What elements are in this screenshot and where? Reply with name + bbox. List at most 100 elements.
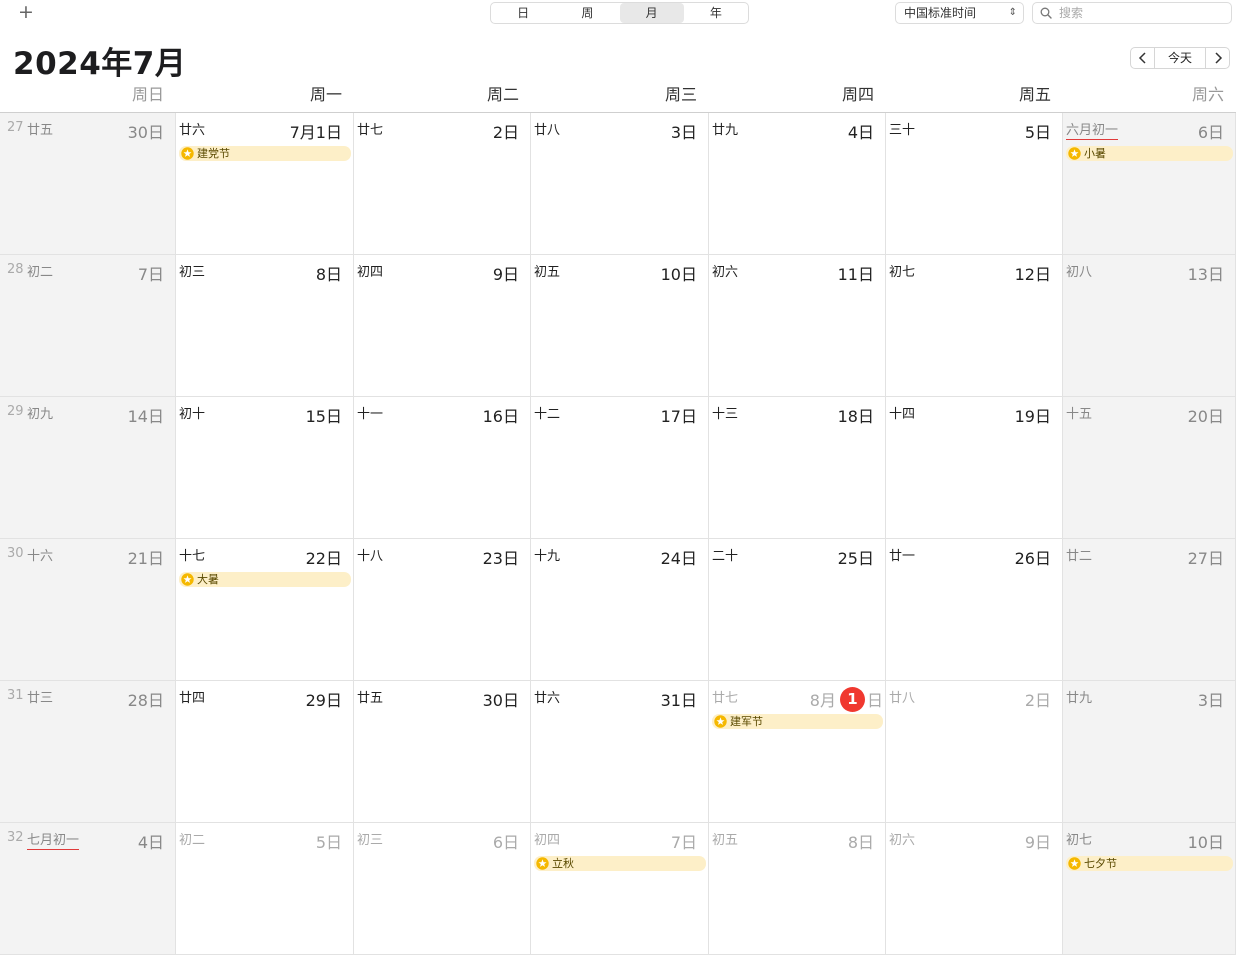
day-cell[interactable]: 廿七 2日	[354, 113, 531, 255]
day-cell[interactable]: 初六 9日	[886, 823, 1063, 955]
date-label: 31日	[660, 691, 697, 710]
toolbar: + 日 周 月 年 中国标准时间 ⇕	[0, 0, 1236, 26]
day-cell[interactable]: 廿六 31日	[531, 681, 709, 823]
view-year-tab[interactable]: 年	[684, 3, 748, 23]
date-label: 14日	[127, 407, 164, 426]
view-day-tab[interactable]: 日	[491, 3, 555, 23]
date-label: 10日	[1187, 833, 1224, 852]
day-cell[interactable]: 十二 17日	[531, 397, 709, 539]
day-cell[interactable]: 初七 10日 七夕节	[1063, 823, 1236, 955]
day-cell[interactable]: 廿一 26日	[886, 539, 1063, 681]
day-cell[interactable]: 30 十六 21日	[0, 539, 176, 681]
day-cell[interactable]: 廿二 27日	[1063, 539, 1236, 681]
search-input[interactable]	[1059, 4, 1224, 22]
date-label: 20日	[1187, 407, 1224, 426]
day-cell[interactable]: 初三 6日	[354, 823, 531, 955]
day-cell[interactable]: 初十 15日	[176, 397, 354, 539]
lunar-date: 廿九	[712, 123, 739, 138]
day-cell[interactable]: 初七 12日	[886, 255, 1063, 397]
date-label: 7日	[670, 833, 697, 852]
lunar-date: 十八	[357, 549, 384, 564]
date-label: 8日	[315, 265, 342, 284]
lunar-date: 廿二	[1066, 549, 1093, 564]
day-cell[interactable]: 廿五 30日	[354, 681, 531, 823]
view-week-tab[interactable]: 周	[555, 3, 619, 23]
day-cell[interactable]: 27 廿五 30日	[0, 113, 176, 255]
chevron-left-icon	[1138, 52, 1146, 64]
day-cell[interactable]: 初八 13日	[1063, 255, 1236, 397]
week-number: 30	[7, 546, 24, 561]
day-cell[interactable]: 六月初一 6日 小暑	[1063, 113, 1236, 255]
search-box	[1032, 2, 1232, 24]
event-pill[interactable]: 建党节	[179, 146, 351, 161]
day-cell[interactable]: 29 初九 14日	[0, 397, 176, 539]
lunar-date: 十三	[712, 407, 739, 422]
date-label: 6日	[492, 833, 519, 852]
view-month-tab[interactable]: 月	[619, 3, 684, 23]
lunar-date: 廿五	[357, 691, 384, 706]
event-pill[interactable]: 大暑	[179, 572, 351, 587]
today-button[interactable]: 今天	[1154, 48, 1206, 68]
date-label: 9日	[1024, 833, 1051, 852]
lunar-date: 廿八	[534, 123, 561, 138]
day-cell[interactable]: 十一 16日	[354, 397, 531, 539]
lunar-date: 初七	[889, 265, 916, 280]
timezone-select[interactable]: 中国标准时间 ⇕	[895, 2, 1024, 24]
day-cell[interactable]: 初二 5日	[176, 823, 354, 955]
day-cell[interactable]: 31 廿三 28日	[0, 681, 176, 823]
weekday-label: 周六	[1191, 85, 1224, 104]
day-cell[interactable]: 28 初二 7日	[0, 255, 176, 397]
day-cell[interactable]: 廿九 4日	[709, 113, 886, 255]
day-cell[interactable]: 廿八 2日	[886, 681, 1063, 823]
date-label: 28日	[127, 691, 164, 710]
event-pill[interactable]: 七夕节	[1066, 856, 1233, 871]
day-cell[interactable]: 廿四 29日	[176, 681, 354, 823]
day-cell[interactable]: 十九 24日	[531, 539, 709, 681]
lunar-date: 初五	[534, 265, 561, 280]
chevron-right-icon	[1214, 52, 1222, 64]
event-title: 建党节	[197, 147, 230, 160]
day-cell[interactable]: 初三 8日	[176, 255, 354, 397]
date-label: 9日	[492, 265, 519, 284]
lunar-date: 初五	[712, 833, 739, 848]
event-pill[interactable]: 小暑	[1066, 146, 1233, 161]
day-cell[interactable]: 十三 18日	[709, 397, 886, 539]
date-label: 12日	[1014, 265, 1051, 284]
day-cell[interactable]: 廿七 8月 1 日建军节	[709, 681, 886, 823]
day-cell[interactable]: 廿九 3日	[1063, 681, 1236, 823]
day-cell[interactable]: 十五 20日	[1063, 397, 1236, 539]
plus-icon: +	[18, 1, 34, 23]
day-cell[interactable]: 十七 22日 大暑	[176, 539, 354, 681]
lunar-date: 十二	[534, 407, 561, 422]
event-pill[interactable]: 立秋	[534, 856, 706, 871]
month-grid: 27 廿五 30日 廿六 7月1日 建党节 廿七 2日 廿八 3日 廿九 4日 三十 5日 六月初一 6日 小暑…	[0, 112, 1236, 955]
star-circle-icon	[181, 573, 194, 586]
day-cell[interactable]: 32 七月初一 4日	[0, 823, 176, 955]
event-pill[interactable]: 建军节	[712, 714, 883, 729]
week-number: 31	[7, 688, 24, 703]
lunar-date: 十六	[27, 549, 54, 564]
next-month-button[interactable]	[1206, 48, 1229, 68]
lunar-date: 廿三	[27, 691, 54, 706]
day-cell[interactable]: 初六 11日	[709, 255, 886, 397]
lunar-date: 廿六	[179, 123, 206, 138]
day-cell[interactable]: 初四 7日 立秋	[531, 823, 709, 955]
date-navigation: 今天	[1130, 47, 1230, 69]
date-label: 2日	[1024, 691, 1051, 710]
day-cell[interactable]: 初四 9日	[354, 255, 531, 397]
day-cell[interactable]: 初五 10日	[531, 255, 709, 397]
day-cell[interactable]: 二十 25日	[709, 539, 886, 681]
day-cell[interactable]: 廿八 3日	[531, 113, 709, 255]
weekday-label: 周一	[309, 85, 342, 104]
day-cell[interactable]: 初五 8日	[709, 823, 886, 955]
day-cell[interactable]: 十八 23日	[354, 539, 531, 681]
date-label: 15日	[305, 407, 342, 426]
lunar-date: 廿七	[712, 691, 739, 706]
lunar-date: 初四	[357, 265, 384, 280]
previous-month-button[interactable]	[1131, 48, 1154, 68]
add-event-button[interactable]: +	[16, 1, 36, 23]
lunar-date: 初六	[889, 833, 916, 848]
day-cell[interactable]: 三十 5日	[886, 113, 1063, 255]
day-cell[interactable]: 廿六 7月1日 建党节	[176, 113, 354, 255]
day-cell[interactable]: 十四 19日	[886, 397, 1063, 539]
